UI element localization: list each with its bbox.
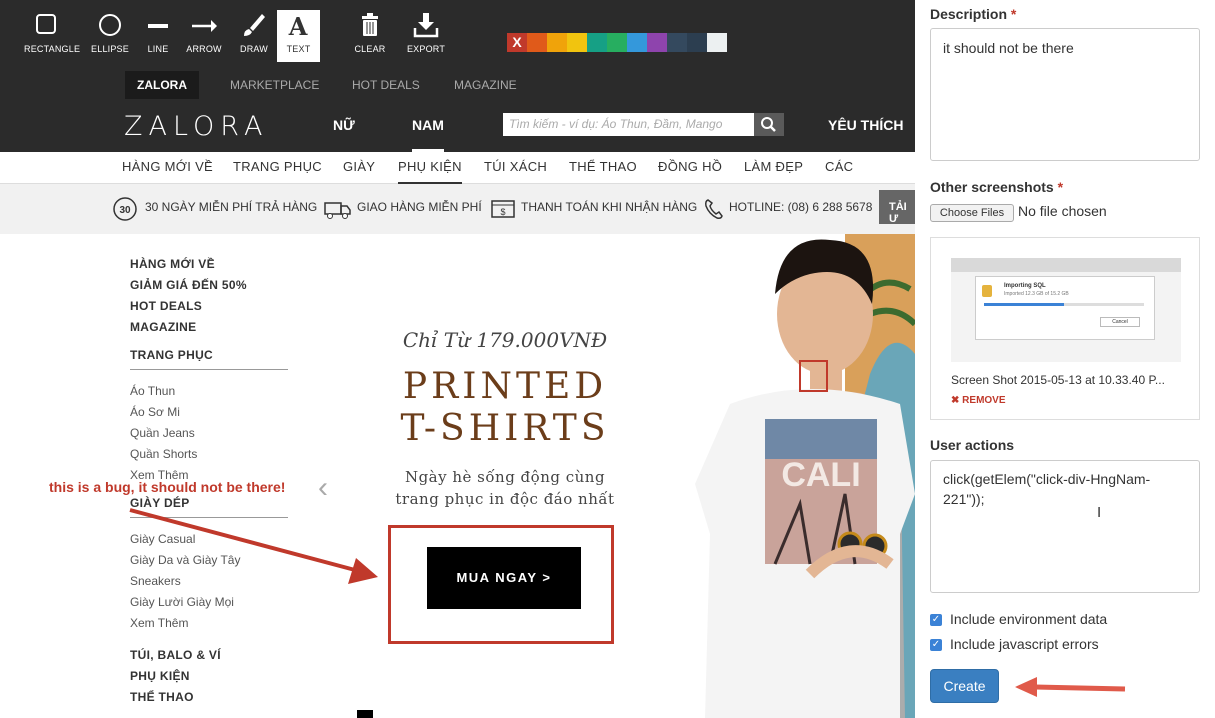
user-actions-textarea[interactable]: click(getElem("click-div-HngNam-221")); — [930, 460, 1200, 593]
description-textarea[interactable]: it should not be there — [930, 28, 1200, 161]
screenshot-filename: Screen Shot 2015-05-13 at 10.33.40 P... — [951, 373, 1165, 387]
include-js-checkbox[interactable]: ✓ — [930, 639, 942, 651]
include-env-checkbox[interactable]: ✓ — [930, 614, 942, 626]
screen: { "toolbar": { "tools": [ {"label": "REC… — [0, 0, 1215, 718]
feedback-form: Description * it should not be there Oth… — [915, 0, 1215, 718]
screenshots-label: Other screenshots * — [930, 179, 1064, 195]
create-button[interactable]: Create — [930, 669, 999, 703]
include-js-label: Include javascript errors — [950, 636, 1099, 652]
screenshot-preview: Importing SQL Imported 12.3 GB of 15.2 G… — [930, 237, 1200, 420]
text-cursor-icon: I — [1097, 504, 1102, 521]
screenshot-thumbnail[interactable]: Importing SQL Imported 12.3 GB of 15.2 G… — [951, 258, 1181, 362]
remove-screenshot-link[interactable]: ✖ REMOVE — [951, 395, 1006, 406]
close-icon: ✖ — [951, 395, 960, 406]
include-env-label: Include environment data — [950, 611, 1108, 627]
annotation-arrow — [129, 508, 378, 584]
annotation-text: this is a bug, it should not be there! — [49, 479, 286, 495]
file-status: No file chosen — [1018, 203, 1107, 219]
description-label: Description * — [930, 6, 1017, 22]
annotation-arrow-create — [1015, 677, 1126, 697]
choose-files-button[interactable]: Choose Files — [930, 204, 1014, 222]
user-actions-label: User actions — [930, 437, 1015, 453]
